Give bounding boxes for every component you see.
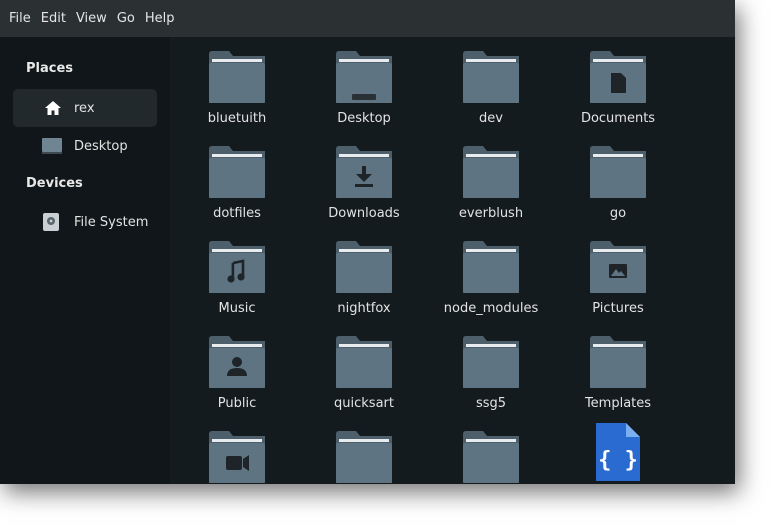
sidebar-item-label: Desktop [74,138,128,154]
svg-text:{ }: { } [598,448,638,473]
file-name: dotfiles [213,206,261,221]
file-name: quicksart [334,396,394,411]
sidebar-item-label: rex [74,100,95,116]
file-name: everblush [458,206,524,221]
file-name: nightfox [337,301,391,316]
file-item[interactable]: Desktop [304,37,424,132]
sidebar-item-rex[interactable]: rex [13,89,157,127]
sidebar-item-file-system[interactable]: File System [13,203,157,241]
file-name: node_modules [443,301,539,316]
downloads-folder-icon [336,146,392,198]
file-name: Public [217,396,257,411]
folder-icon [590,146,646,198]
menu-view[interactable]: View [71,0,112,37]
menu-file[interactable]: File [4,0,36,37]
file-item[interactable]: Public [177,322,297,417]
file-name: Music [218,301,256,316]
file-item[interactable]: dotfiles [177,132,297,227]
videos-folder-icon [209,431,265,483]
file-name: Templates [584,396,652,411]
folder-icon [336,336,392,388]
folder-icon [590,336,646,388]
devices-section-title: Devices [26,176,83,191]
file-item[interactable]: Templates [558,322,678,417]
folder-icon [463,336,519,388]
sidebar-item-desktop[interactable]: Desktop [13,127,157,165]
folder-icon [463,51,519,103]
file-item[interactable]: go [558,132,678,227]
file-name: Documents [580,111,656,126]
file-item[interactable]: Pictures [558,227,678,322]
menu-help[interactable]: Help [140,0,180,37]
pictures-folder-icon [590,241,646,293]
file-name: Downloads [328,206,400,221]
file-name: dev [479,111,503,126]
folder-icon [209,146,265,198]
file-item[interactable]: everblush [431,132,551,227]
documents-folder-icon [590,51,646,103]
file-grid: bluetuith Desktop dev Documents dotfiles Down… [170,37,735,484]
file-manager-window: File Edit View Go Help Places rex Desktop De… [0,0,735,484]
file-item[interactable]: { } [558,417,678,484]
file-item[interactable]: Music [177,227,297,322]
file-name: Desktop [337,111,391,126]
folder-icon [463,431,519,483]
file-item[interactable]: bluetuith [177,37,297,132]
file-name: bluetuith [207,111,267,126]
folder-icon [463,241,519,293]
desktop-icon [40,136,64,156]
file-item[interactable] [431,417,551,484]
file-item[interactable]: node_modules [431,227,551,322]
file-item[interactable]: nightfox [304,227,424,322]
file-item[interactable]: quicksart [304,322,424,417]
menu-go[interactable]: Go [112,0,140,37]
menu-edit[interactable]: Edit [36,0,71,37]
menubar: File Edit View Go Help [0,0,735,37]
folder-icon [336,431,392,483]
file-item[interactable]: Documents [558,37,678,132]
sidebar-item-label: File System [74,214,149,230]
music-folder-icon [209,241,265,293]
file-item[interactable]: Downloads [304,132,424,227]
file-name: go [609,206,627,221]
file-name: ssg5 [475,396,507,411]
drive-icon [41,212,61,232]
home-icon [43,98,63,118]
places-section-title: Places [26,61,74,76]
folder-icon [336,241,392,293]
folder-icon [209,51,265,103]
json-file-icon: { } [590,423,646,481]
file-item[interactable] [177,417,297,484]
public-folder-icon [209,336,265,388]
folder-icon [463,146,519,198]
desktop-folder-icon [336,51,392,103]
file-item[interactable]: dev [431,37,551,132]
file-item[interactable] [304,417,424,484]
sidebar: Places rex Desktop Devices File System [0,37,170,484]
file-item[interactable]: ssg5 [431,322,551,417]
file-name: Pictures [592,301,644,316]
